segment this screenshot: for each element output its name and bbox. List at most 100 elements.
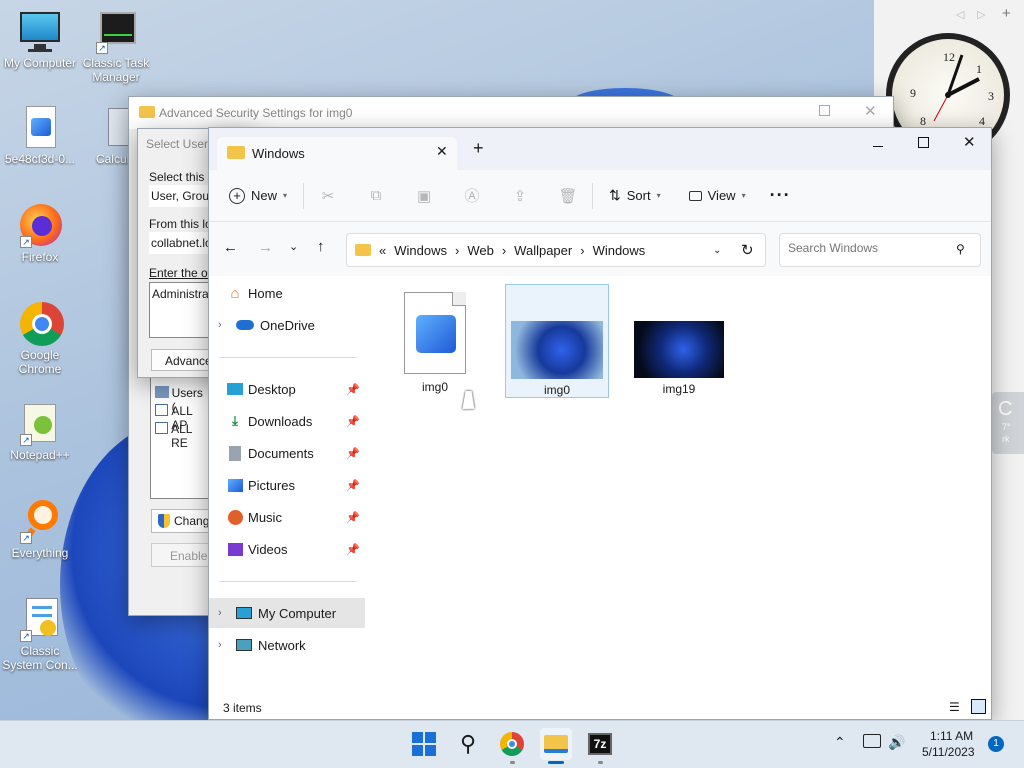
copy-icon[interactable]: ⧉ <box>360 181 392 211</box>
tiles-view-icon[interactable] <box>971 699 986 714</box>
enable-inheritance-button[interactable]: Enable <box>151 543 211 567</box>
nav-network[interactable]: › Network <box>209 630 364 660</box>
breadcrumb-item[interactable]: Wallpaper <box>514 243 572 258</box>
start-button-icon[interactable] <box>408 728 440 760</box>
nav-home[interactable]: ⌂ Home <box>209 278 364 308</box>
share-icon[interactable]: ⇪ <box>504 181 536 211</box>
chevron-down-icon: ▾ <box>283 191 288 200</box>
clock-date[interactable]: 5/11/2023 <box>922 745 975 759</box>
file-name: img0 <box>543 383 570 397</box>
breadcrumb-item[interactable]: Windows <box>593 243 646 258</box>
address-bar[interactable]: « Windows › Web › Wallpaper › Windows ⌄ ↻ <box>346 233 766 267</box>
pin-icon[interactable]: 📌 <box>346 447 360 460</box>
notification-badge[interactable]: 1 <box>988 736 1004 752</box>
plus-circle-icon: + <box>229 187 245 204</box>
desktop-icon-calculator[interactable]: Calcula <box>76 106 138 166</box>
nav-pictures[interactable]: Pictures 📌 <box>209 470 364 500</box>
clock-time[interactable]: 1:11 AM <box>930 729 973 743</box>
svg-text:12: 12 <box>943 50 955 64</box>
forward-icon[interactable]: → <box>258 239 273 256</box>
up-icon[interactable]: ↑ <box>317 238 325 255</box>
back-icon[interactable]: ← <box>223 239 238 256</box>
chrome-taskbar-icon[interactable] <box>496 728 528 760</box>
wallpaper-dark-thumbnail-icon <box>634 321 724 378</box>
image-file-icon <box>404 292 466 374</box>
file-item-selected[interactable]: img0 <box>505 284 609 398</box>
refresh-icon[interactable]: ↻ <box>741 241 754 259</box>
pin-icon[interactable]: 📌 <box>346 543 360 556</box>
nav-onedrive[interactable]: › OneDrive <box>209 310 364 340</box>
overflow-chevron-icon[interactable]: « <box>379 243 386 258</box>
desktop-icon-notepadpp[interactable]: ↗ Notepad++ <box>0 402 80 462</box>
minimize-icon[interactable] <box>873 146 883 147</box>
pin-icon[interactable]: 📌 <box>346 415 360 428</box>
search-icon[interactable]: ⚲ <box>452 728 484 760</box>
home-icon: ⌂ <box>230 284 240 302</box>
desktop-icon-system-config[interactable]: ↗ Classic System Con... <box>0 598 80 672</box>
nav-videos[interactable]: Videos 📌 <box>209 534 364 564</box>
maximize-icon[interactable] <box>918 137 929 148</box>
search-input[interactable] <box>788 241 948 255</box>
network-tray-icon[interactable] <box>863 734 881 748</box>
close-icon[interactable]: ✕ <box>963 133 976 151</box>
expand-chevron-icon[interactable]: › <box>218 607 234 619</box>
nav-documents[interactable]: Documents 📌 <box>209 438 364 468</box>
desktop-icon-chrome[interactable]: Google Chrome <box>0 302 80 376</box>
view-button[interactable]: View ▾ <box>681 181 754 211</box>
address-dropdown-icon[interactable]: ⌄ <box>713 245 721 256</box>
gadget-add-icon[interactable]: + <box>1002 5 1011 22</box>
divider <box>219 357 357 358</box>
nav-music[interactable]: Music 📌 <box>209 502 364 532</box>
weather-gadget: C 7° rk <box>992 392 1024 454</box>
paste-icon[interactable]: ▣ <box>408 181 440 211</box>
weather-small: 7° <box>1002 422 1011 432</box>
breadcrumb-item[interactable]: Web <box>467 243 494 258</box>
calculator-icon <box>84 106 138 150</box>
expand-chevron-icon[interactable]: › <box>218 639 234 651</box>
details-view-icon[interactable]: ☰ <box>949 700 960 714</box>
pin-icon[interactable]: 📌 <box>346 511 360 524</box>
folder-icon <box>139 106 155 118</box>
desktop-icon-task-manager[interactable]: ↗ Classic Task Manager <box>76 10 156 84</box>
maximize-icon[interactable] <box>819 105 830 116</box>
cut-icon[interactable]: ✂ <box>312 181 344 211</box>
gadget-prev-icon[interactable]: ◁ <box>956 8 964 21</box>
file-item[interactable]: img0 <box>383 284 487 398</box>
desktop-icon-everything[interactable]: ↗ Everything <box>0 500 80 560</box>
change-button[interactable]: Chang <box>151 509 211 533</box>
breadcrumb-item[interactable]: Windows <box>394 243 447 258</box>
file-explorer-window[interactable]: Windows ✕ + ✕ + New ▾ ✂ ⧉ ▣ Ⓐ ⇪ 🗑 ⇅ Sort… <box>208 127 992 720</box>
volume-icon[interactable]: 🔊 <box>888 734 905 751</box>
sevenzip-taskbar-icon[interactable]: 7z <box>584 728 616 760</box>
more-options-icon[interactable]: ··· <box>770 185 791 206</box>
nav-desktop[interactable]: Desktop 📌 <box>209 374 364 404</box>
nav-my-computer[interactable]: › My Computer <box>209 598 365 628</box>
file-explorer-taskbar-icon[interactable] <box>540 728 572 760</box>
new-tab-icon[interactable]: + <box>473 138 484 159</box>
pin-icon[interactable]: 📌 <box>346 383 360 396</box>
nav-downloads[interactable]: ⤓ Downloads 📌 <box>209 406 364 436</box>
list-item[interactable]: ALL RE <box>155 422 209 450</box>
music-icon <box>226 509 244 525</box>
desktop-icon-firefox[interactable]: ↗ Firefox <box>0 204 80 264</box>
close-tab-icon[interactable]: ✕ <box>436 143 448 160</box>
sort-button[interactable]: ⇅ Sort ▾ <box>601 181 669 211</box>
pin-icon[interactable]: 📌 <box>346 479 360 492</box>
desktop-icon-my-computer[interactable]: My Computer <box>0 10 80 70</box>
desktop-icon-label: My Computer <box>3 56 77 70</box>
gadget-next-icon[interactable]: ▷ <box>977 8 985 21</box>
magnifier-icon: ↗ <box>18 500 62 544</box>
show-hidden-icons-icon[interactable]: ⌃ <box>834 734 846 751</box>
rename-icon[interactable]: Ⓐ <box>456 181 488 211</box>
expand-chevron-icon[interactable]: › <box>218 319 234 331</box>
file-item[interactable]: img19 <box>627 284 731 398</box>
delete-icon[interactable]: 🗑 <box>552 181 584 211</box>
recent-chevron-icon[interactable]: ⌄ <box>289 240 298 253</box>
desktop-icon-image-file[interactable]: 5e48cf3d-0... <box>0 106 80 166</box>
new-button[interactable]: + New ▾ <box>221 181 295 211</box>
notepadpp-icon: ↗ <box>18 402 62 446</box>
close-icon[interactable]: ✕ <box>864 102 877 120</box>
tab-windows[interactable]: Windows ✕ <box>217 137 457 170</box>
permission-list[interactable]: Users ( ALL AP ALL RE <box>150 377 210 499</box>
search-box[interactable]: ⚲ <box>779 233 981 267</box>
